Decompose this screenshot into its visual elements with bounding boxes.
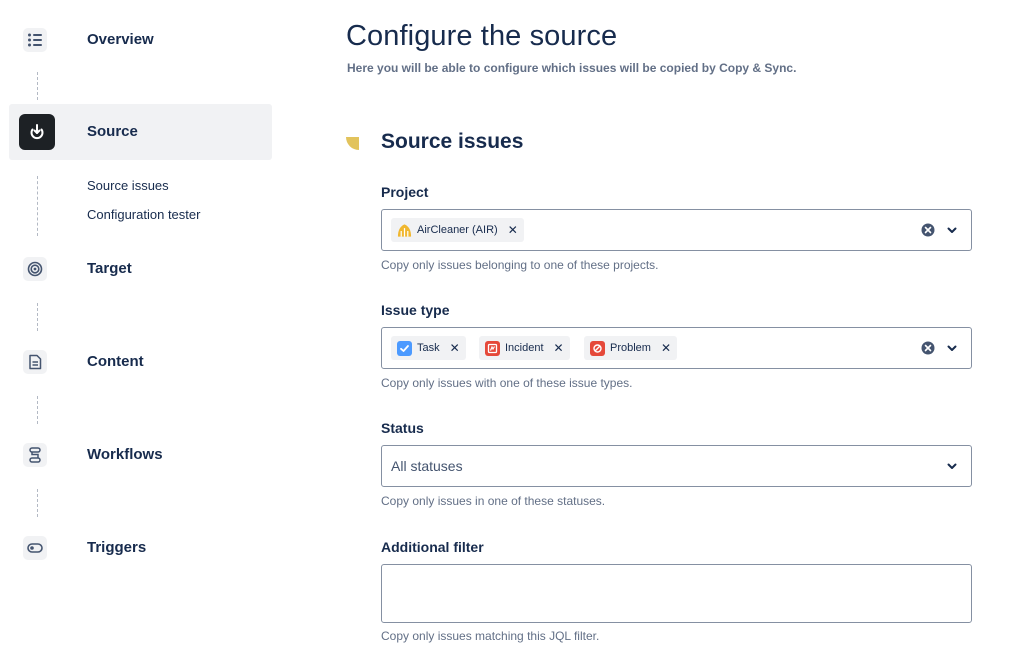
chevron-down-icon[interactable] bbox=[945, 459, 959, 473]
step-content[interactable]: Content bbox=[9, 334, 272, 390]
step-target[interactable]: Target bbox=[9, 241, 272, 297]
target-icon bbox=[23, 257, 47, 281]
source-icon bbox=[19, 114, 55, 150]
project-label: Project bbox=[381, 184, 429, 200]
task-checkbox-icon bbox=[397, 340, 412, 356]
additional-filter-input[interactable] bbox=[381, 564, 972, 623]
remove-tag-icon[interactable]: ✕ bbox=[661, 341, 671, 355]
step-label-source: Source bbox=[87, 123, 138, 140]
chevron-down-icon[interactable] bbox=[945, 341, 959, 355]
problem-icon bbox=[590, 340, 605, 356]
step-label-workflows: Workflows bbox=[87, 446, 163, 463]
project-tag: AirCleaner (AIR) ✕ bbox=[391, 218, 524, 242]
issue-type-tag-task: Task ✕ bbox=[391, 336, 466, 360]
step-connector bbox=[37, 72, 38, 100]
remove-tag-icon[interactable]: ✕ bbox=[508, 223, 518, 237]
incident-icon bbox=[485, 340, 500, 356]
issue-type-tag-label: Task bbox=[417, 342, 440, 354]
step-overview[interactable]: Overview bbox=[9, 12, 272, 68]
chevron-down-icon[interactable] bbox=[945, 223, 959, 237]
toggle-icon bbox=[23, 536, 47, 560]
remove-tag-icon[interactable]: ✕ bbox=[554, 341, 564, 355]
page-subtitle: Here you will be able to configure which… bbox=[347, 61, 797, 75]
page-title: Configure the source bbox=[346, 20, 618, 52]
status-help-text: Copy only issues in one of these statuse… bbox=[381, 494, 606, 508]
project-avatar-icon bbox=[397, 223, 412, 238]
substep-configuration-tester[interactable]: Configuration tester bbox=[87, 207, 200, 223]
status-value: All statuses bbox=[391, 458, 463, 474]
project-tag-label: AirCleaner (AIR) bbox=[417, 224, 498, 236]
project-help-text: Copy only issues belonging to one of the… bbox=[381, 258, 659, 272]
app-page: Overview Source Source issues Configurat… bbox=[0, 0, 1024, 671]
step-label-target: Target bbox=[87, 260, 132, 277]
remove-tag-icon[interactable]: ✕ bbox=[450, 341, 460, 355]
issue-type-label: Issue type bbox=[381, 302, 450, 318]
step-triggers[interactable]: Triggers bbox=[9, 520, 272, 576]
issue-type-tag-label: Problem bbox=[610, 342, 651, 354]
substep-source-issues[interactable]: Source issues bbox=[87, 178, 169, 194]
workflow-icon bbox=[23, 443, 47, 467]
clear-icon[interactable] bbox=[921, 223, 935, 237]
step-connector bbox=[37, 176, 38, 236]
step-connector bbox=[37, 396, 38, 424]
step-label-content: Content bbox=[87, 353, 144, 370]
wizard-sidebar: Overview Source Source issues Configurat… bbox=[0, 0, 280, 671]
issue-type-tag-label: Incident bbox=[505, 342, 544, 354]
document-icon bbox=[23, 350, 47, 374]
issue-type-tag-problem: Problem ✕ bbox=[584, 336, 677, 360]
step-label-overview: Overview bbox=[87, 31, 154, 48]
section-title: Source issues bbox=[381, 130, 524, 153]
additional-filter-label: Additional filter bbox=[381, 539, 484, 555]
step-connector bbox=[37, 489, 38, 517]
list-icon bbox=[23, 28, 47, 52]
issue-type-tag-incident: Incident ✕ bbox=[479, 336, 570, 360]
step-label-triggers: Triggers bbox=[87, 539, 147, 556]
additional-filter-help-text: Copy only issues matching this JQL filte… bbox=[381, 629, 600, 643]
step-workflows[interactable]: Workflows bbox=[9, 427, 272, 483]
section-accent-icon bbox=[346, 137, 359, 150]
step-source[interactable]: Source bbox=[9, 104, 272, 160]
issue-type-select[interactable]: Task ✕ Incident ✕ Problem ✕ bbox=[381, 327, 972, 369]
project-select[interactable]: AirCleaner (AIR) ✕ bbox=[381, 209, 972, 251]
status-select[interactable]: All statuses bbox=[381, 445, 972, 487]
step-connector bbox=[37, 303, 38, 331]
issue-type-help-text: Copy only issues with one of these issue… bbox=[381, 376, 633, 390]
status-label: Status bbox=[381, 420, 424, 436]
clear-icon[interactable] bbox=[921, 341, 935, 355]
